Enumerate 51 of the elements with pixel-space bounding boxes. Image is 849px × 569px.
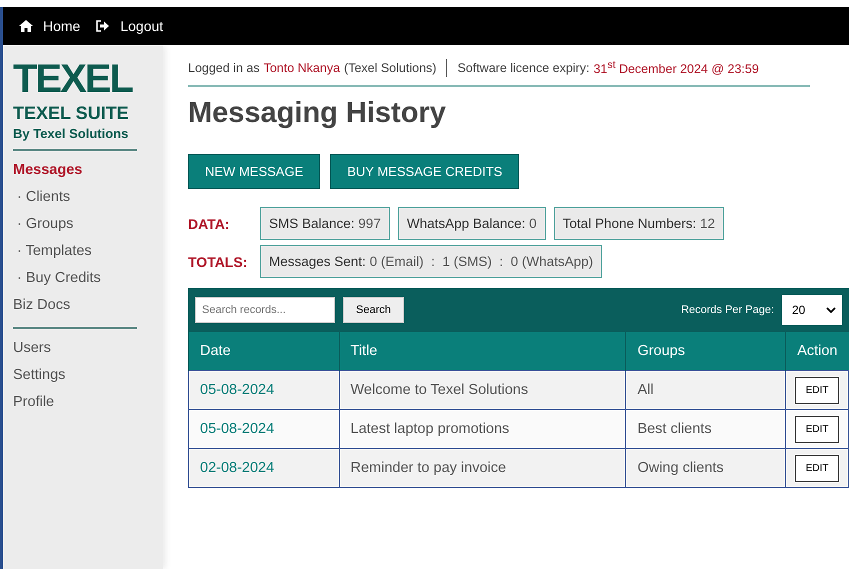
logo: TEXEL [13,59,132,99]
column-header: Action [786,332,848,370]
column-header: Groups [626,332,786,370]
stats-label: TOTALS: [188,254,248,270]
licence-label: Software licence expiry: [457,61,590,75]
sidebar-item[interactable]: Messages [13,157,82,184]
per-page-label: Records Per Page: [681,304,774,316]
action-button[interactable]: NEW MESSAGE [188,154,320,189]
table-cell: 05-08-2024 [188,410,339,448]
per-page-select[interactable]: 20 [782,295,842,325]
table-cell: Best clients [626,410,786,448]
byline: By Texel Solutions [13,126,128,141]
sidebar-item[interactable]: Biz Docs [13,292,70,319]
sidebar-item[interactable]: Users [13,335,51,362]
table-cell: Reminder to pay invoice [339,448,626,488]
suite-name: TEXEL SUITE [13,103,129,124]
sidebar-item[interactable]: Settings [13,362,66,389]
stat-chip: SMS Balance: 997 [260,207,390,240]
sidebar-item[interactable]: · Templates [13,238,92,265]
sidebar-item[interactable]: · Buy Credits [13,265,101,292]
action-button[interactable]: BUY MESSAGE CREDITS [330,154,520,189]
nav-link[interactable]: Logout [96,18,164,34]
column-header: Title [339,332,626,370]
edit-button[interactable]: EDIT [794,376,840,404]
nav-link[interactable]: Home [19,18,80,34]
sidebar-item[interactable]: · Clients [13,184,70,211]
edit-button[interactable]: EDIT [794,416,840,442]
sidebar-item[interactable]: · Groups [13,211,74,238]
table-cell: Latest laptop promotions [339,410,626,448]
home-icon [19,20,33,32]
stat-chip: Messages Sent: 0 (Email) : 1 (SMS) : 0 (WhatsApp) [260,245,602,278]
user-name: Tonto Nkanya [264,61,340,75]
table-cell: 02-08-2024 [188,448,339,488]
search-button[interactable]: Search [343,297,404,323]
sidebar-item[interactable]: Profile [13,389,54,416]
page-title: Messaging History [188,97,447,130]
table-cell: All [626,370,786,410]
column-header: Date [188,332,339,370]
stat-chip: WhatsApp Balance: 0 [398,207,546,240]
org-name: (Texel Solutions) [344,61,436,75]
table-cell: Welcome to Texel Solutions [339,370,626,410]
chevron-icon [826,307,836,313]
edit-button[interactable]: EDIT [794,454,840,482]
licence-expiry: 31$^{st}$ December 2024 @ 23:59 [593,60,759,76]
stats-label: DATA: [188,216,230,232]
logout-icon [96,20,110,32]
table-cell: 05-08-2024 [188,370,339,410]
stat-chip: Total Phone Numbers: 12 [554,207,724,240]
search-field[interactable]: Search records... [195,297,335,323]
table-cell: Owing clients [626,448,786,488]
session-label: Logged in as [188,61,260,75]
